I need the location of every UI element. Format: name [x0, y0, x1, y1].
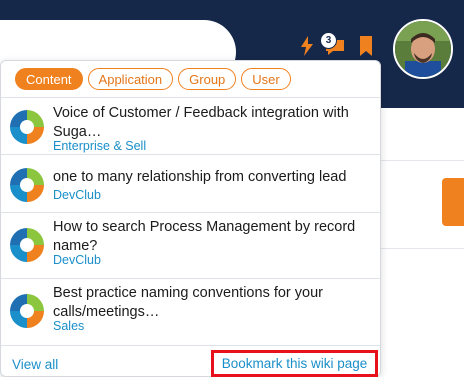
result-title[interactable]: one to many relationship from converting…	[53, 168, 369, 187]
community-logo-icon	[10, 228, 44, 262]
lightning-icon[interactable]	[300, 36, 314, 56]
community-logo-icon	[10, 110, 44, 144]
list-item[interactable]: one to many relationship from converting…	[1, 154, 380, 212]
result-type-tabs: Content Application Group User	[15, 68, 291, 90]
list-item[interactable]: Best practice naming conventions for you…	[1, 278, 380, 345]
dropdown-footer: View all Bookmark this wiki page	[1, 345, 380, 377]
background-orange-button[interactable]	[442, 178, 464, 226]
bookmark-icon[interactable]	[360, 36, 372, 56]
result-category[interactable]: DevClub	[53, 188, 101, 202]
tab-group[interactable]: Group	[178, 68, 237, 90]
list-item[interactable]: Voice of Customer / Feedback integration…	[1, 97, 380, 154]
bookmark-wiki-page-link[interactable]: Bookmark this wiki page	[211, 350, 378, 377]
tab-application[interactable]: Application	[87, 68, 174, 90]
result-title[interactable]: How to search Process Management by reco…	[53, 218, 369, 256]
community-logo-icon	[10, 168, 44, 202]
community-logo-icon	[10, 294, 44, 328]
tab-user[interactable]: User	[241, 68, 291, 90]
search-results-dropdown: Content Application Group User Voice of …	[0, 60, 381, 377]
background-divider	[380, 248, 464, 249]
result-title[interactable]: Voice of Customer / Feedback integration…	[53, 104, 369, 142]
result-category[interactable]: Enterprise & Sell	[53, 139, 146, 153]
result-category[interactable]: DevClub	[53, 253, 101, 267]
notification-badge: 3	[320, 32, 337, 49]
list-item[interactable]: How to search Process Management by reco…	[1, 212, 380, 278]
result-category[interactable]: Sales	[53, 319, 84, 333]
background-divider	[380, 160, 464, 161]
tab-content[interactable]: Content	[15, 68, 83, 90]
view-all-link[interactable]: View all	[12, 357, 58, 372]
user-avatar[interactable]	[393, 19, 453, 79]
result-title[interactable]: Best practice naming conventions for you…	[53, 284, 369, 322]
